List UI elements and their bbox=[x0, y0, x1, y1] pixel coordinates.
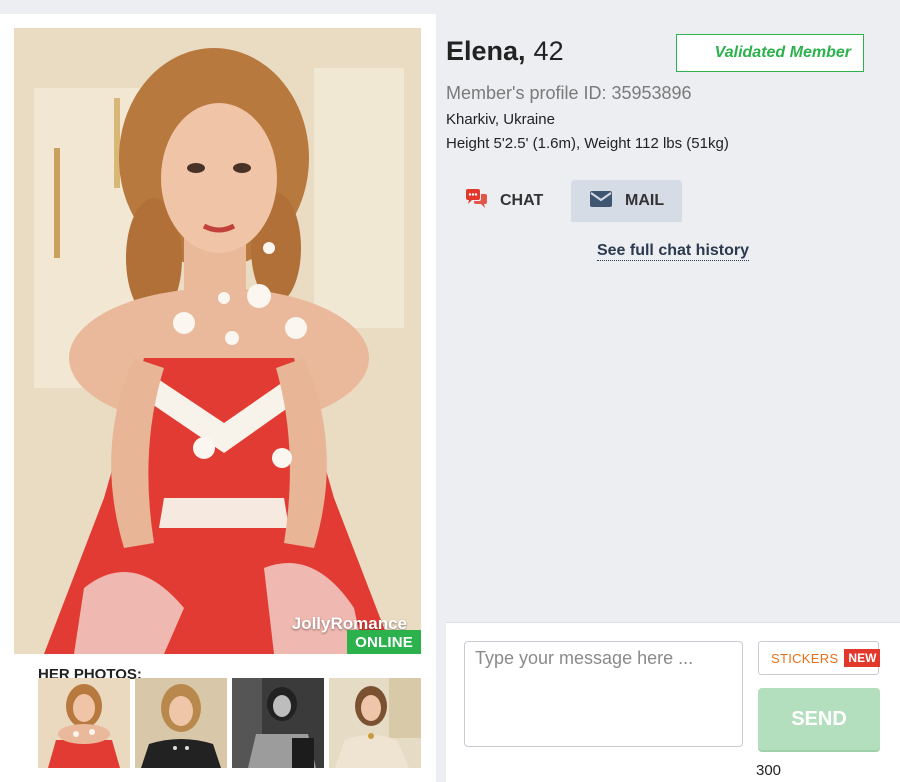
main-photo-illustration bbox=[14, 28, 421, 654]
tab-mail[interactable]: MAIL bbox=[571, 180, 682, 222]
photo-thumbnail-3[interactable] bbox=[232, 678, 324, 768]
envelope-icon bbox=[589, 190, 613, 213]
stickers-label: STICKERS bbox=[771, 650, 839, 666]
profile-age: 42 bbox=[533, 36, 564, 66]
profile-location: Kharkiv, Ukraine bbox=[446, 111, 555, 128]
photo-thumbnail-1[interactable] bbox=[38, 678, 130, 768]
send-button[interactable]: SEND bbox=[758, 688, 880, 750]
char-count: 300 bbox=[756, 762, 782, 779]
chat-panel: See full chat history bbox=[446, 222, 900, 622]
new-badge: NEW bbox=[844, 649, 881, 667]
photo-thumbnail-2[interactable] bbox=[135, 678, 227, 768]
profile-name: Elena, bbox=[446, 36, 526, 66]
profile-photo-column: JollyRomance ONLINE HER PHOTOS: bbox=[0, 14, 436, 782]
photo-thumbnail-4[interactable] bbox=[329, 678, 421, 768]
profile-name-age: Elena, 42 bbox=[446, 36, 564, 67]
profile-measurements: Height 5'2.5' (1.6m), Weight 112 lbs (51… bbox=[446, 135, 729, 152]
stickers-button[interactable]: STICKERS NEW bbox=[758, 641, 881, 675]
tab-mail-label: MAIL bbox=[625, 192, 665, 209]
chat-bubbles-icon bbox=[464, 188, 488, 215]
page: JollyRomance ONLINE HER PHOTOS: Elena, 4… bbox=[0, 0, 900, 782]
profile-id: Member's profile ID: 35953896 bbox=[446, 83, 692, 103]
validated-member-badge: Validated Member bbox=[676, 34, 864, 72]
tab-chat-label: CHAT bbox=[500, 192, 544, 209]
message-input[interactable] bbox=[464, 641, 743, 747]
main-profile-photo[interactable]: JollyRomance ONLINE bbox=[14, 28, 421, 654]
tab-chat[interactable]: CHAT bbox=[446, 180, 560, 222]
online-status-badge: ONLINE bbox=[347, 630, 421, 654]
see-full-chat-history-link[interactable]: See full chat history bbox=[596, 242, 750, 261]
